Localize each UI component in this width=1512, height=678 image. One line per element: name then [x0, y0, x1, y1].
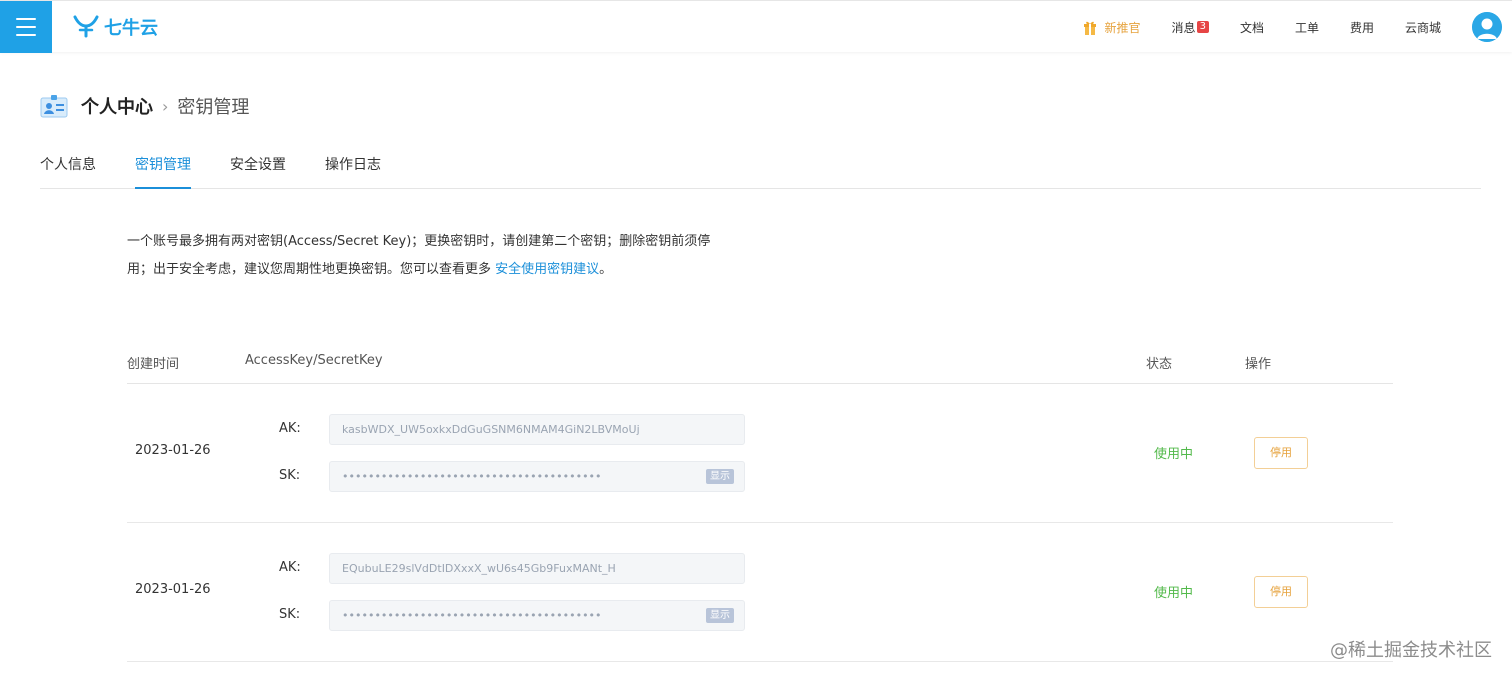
watermark: @稀土掘金技术社区 [1330, 640, 1492, 661]
nav-promo-label: 新推官 [1104, 20, 1141, 35]
key-policy-description: 一个账号最多拥有两对密钥(Access/Secret Key)；更换密钥时，请创… [127, 228, 757, 284]
status-badge: 使用中 [1154, 586, 1194, 601]
nav-messages-label: 消息 [1171, 20, 1196, 35]
nav-promo[interactable]: 新推官 [1083, 19, 1141, 36]
header-keys: AccessKey/SecretKey [245, 353, 383, 368]
tab-security-settings[interactable]: 安全设置 [230, 154, 286, 189]
table-row: 2023-01-26 AK: EQubuLE29slVdDtIDXxxX_wU6… [127, 523, 1393, 662]
menu-bar-icon [16, 18, 36, 20]
breadcrumb-separator-icon: › [162, 96, 169, 116]
ak-label: AK: [279, 560, 301, 575]
security-advice-link[interactable]: 安全使用密钥建议 [495, 262, 599, 277]
secret-key-masked: •••••••••••••••••••••••••••••••••••••••• [342, 470, 602, 483]
messages-count-badge: 3 [1196, 21, 1209, 33]
qiniu-logo-icon [73, 15, 99, 38]
show-secret-key-button[interactable]: 显示 [706, 608, 734, 623]
access-key-field[interactable]: EQubuLE29slVdDtIDXxxX_wU6s45Gb9FuxMANt_H [329, 553, 745, 584]
keys-table: 创建时间 AccessKey/SecretKey 状态 操作 2023-01-2… [127, 340, 1393, 662]
sk-label: SK: [279, 607, 301, 622]
description-suffix: 。 [599, 262, 613, 277]
user-avatar[interactable] [1472, 12, 1502, 42]
nav-messages[interactable]: 消息 3 [1172, 19, 1209, 36]
user-avatar-icon [1472, 12, 1502, 42]
disable-key-button[interactable]: 停用 [1254, 437, 1308, 469]
show-secret-key-button[interactable]: 显示 [706, 469, 734, 484]
menu-bar-icon [16, 34, 36, 36]
logo-text: 七牛云 [104, 18, 158, 39]
hamburger-menu-button[interactable] [0, 1, 52, 53]
header-created-time: 创建时间 [127, 357, 180, 372]
description-line-1: 一个账号最多拥有两对密钥(Access/Secret Key)；更换密钥时，请创… [127, 234, 711, 249]
description-text: 用；出于安全考虑，建议您周期性地更换密钥。您可以查看更多 [127, 262, 496, 277]
nav-tickets[interactable]: 工单 [1295, 19, 1319, 36]
description-line-2: 用；出于安全考虑，建议您周期性地更换密钥。您可以查看更多 安全使用密钥建议。 [127, 256, 757, 284]
nav-marketplace[interactable]: 云商城 [1405, 19, 1441, 36]
access-key-field[interactable]: kasbWDX_UW5oxkxDdGuGSNM6NMAM4GiN2LBVMoUj [329, 414, 745, 445]
disable-key-button[interactable]: 停用 [1254, 576, 1308, 608]
secret-key-field[interactable]: ••••••••••••••••••••••••••••••••••••••••… [329, 600, 745, 631]
top-nav-links: 新推官 消息 3 文档 工单 费用 云商城 [1083, 1, 1512, 53]
secret-key-masked: •••••••••••••••••••••••••••••••••••••••• [342, 609, 602, 622]
nav-billing[interactable]: 费用 [1350, 19, 1374, 36]
created-date: 2023-01-26 [135, 443, 211, 458]
sk-label: SK: [279, 468, 301, 483]
breadcrumb-root[interactable]: 个人中心 [81, 93, 153, 119]
tab-profile[interactable]: 个人信息 [40, 154, 96, 189]
table-header: 创建时间 AccessKey/SecretKey 状态 操作 [127, 340, 1393, 384]
menu-bar-icon [16, 26, 36, 28]
table-row: 2023-01-26 AK: kasbWDX_UW5oxkxDdGuGSNM6N… [127, 384, 1393, 523]
status-badge: 使用中 [1154, 447, 1194, 462]
header-status: 状态 [1146, 357, 1173, 372]
breadcrumb-current: 密钥管理 [177, 97, 250, 118]
top-navbar: 七牛云 新推官 消息 3 文档 工单 费用 云商城 [0, 0, 1512, 53]
tab-key-management[interactable]: 密钥管理 [135, 154, 191, 189]
id-card-icon [40, 95, 68, 118]
breadcrumb: 个人中心 › 密钥管理 [40, 92, 249, 120]
ak-label: AK: [279, 421, 301, 436]
secret-key-field[interactable]: ••••••••••••••••••••••••••••••••••••••••… [329, 461, 745, 492]
tab-operation-log[interactable]: 操作日志 [325, 154, 381, 189]
created-date: 2023-01-26 [135, 582, 211, 597]
qiniu-logo[interactable]: 七牛云 [72, 13, 158, 41]
nav-docs[interactable]: 文档 [1240, 19, 1264, 36]
account-tabs: 个人信息 密钥管理 安全设置 操作日志 [40, 140, 1481, 189]
gift-icon [1083, 21, 1096, 35]
header-actions: 操作 [1245, 357, 1272, 372]
